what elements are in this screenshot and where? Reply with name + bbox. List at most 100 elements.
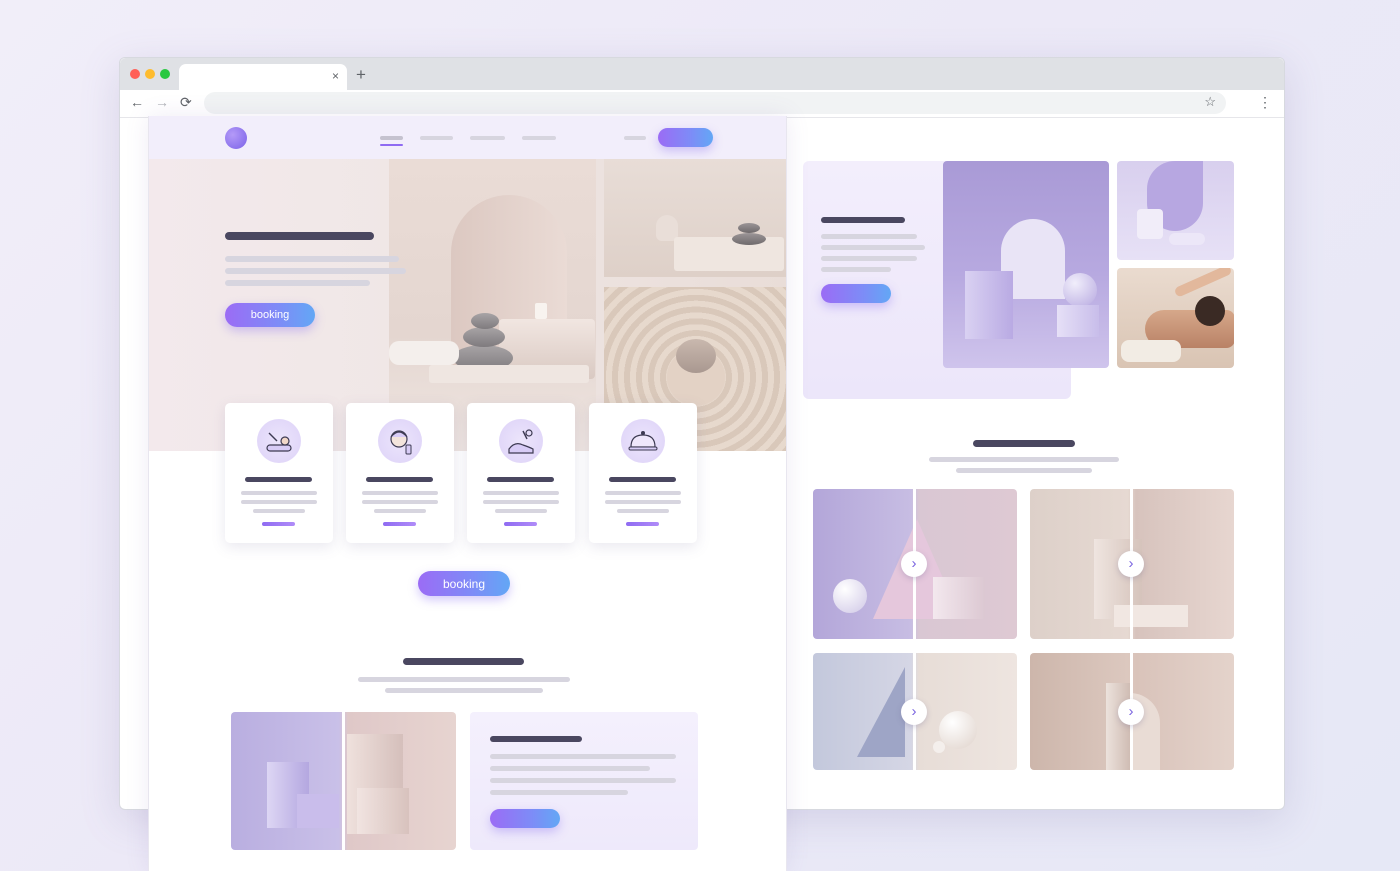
hero-image-stones [604, 159, 786, 277]
service-title [245, 477, 312, 482]
service-title [366, 477, 433, 482]
hero-text-line [225, 280, 370, 286]
step-block-shape [1114, 605, 1188, 627]
back-arrow-icon[interactable]: ← [130, 94, 144, 110]
service-card[interactable] [225, 403, 333, 543]
close-icon[interactable]: × [332, 69, 339, 83]
feature-cta-button[interactable] [821, 284, 891, 303]
minimize-window-button[interactable] [145, 69, 155, 79]
service-text-line [605, 491, 681, 495]
browser-toolbar: ← → ⟳ ☆ ⋮ [120, 90, 1284, 118]
main-booking-button[interactable]: booking [418, 571, 510, 596]
hero-text-line [225, 268, 406, 274]
logo-icon[interactable] [225, 127, 247, 149]
gallery-subtext-line [929, 457, 1119, 462]
column-shape [1106, 683, 1132, 770]
feature-image-top [1117, 161, 1234, 260]
gallery-tile-1[interactable]: › [813, 489, 1017, 639]
section-info-card [470, 712, 698, 850]
compare-divider[interactable] [342, 712, 345, 850]
stone-shape [471, 313, 499, 329]
cube-shape [357, 788, 409, 834]
reload-icon[interactable]: ⟳ [180, 94, 192, 111]
towel-shape [1121, 340, 1181, 362]
service-text-line [617, 509, 669, 513]
service-card[interactable] [589, 403, 697, 543]
new-tab-button[interactable]: + [356, 65, 366, 85]
left-mockup-page: booking booking [148, 116, 787, 871]
stone-shape [738, 223, 760, 233]
gallery-tile-3[interactable]: › [813, 653, 1017, 770]
gallery-subtext-line [956, 468, 1092, 473]
stone-shape [732, 233, 766, 245]
nav-login-link[interactable] [624, 136, 646, 140]
browser-tab[interactable]: × [179, 64, 347, 90]
feature-text-line [821, 245, 925, 250]
sphere-shape [939, 711, 977, 749]
service-text-line [483, 491, 559, 495]
nav-item[interactable] [522, 136, 556, 140]
service-link[interactable] [262, 522, 295, 526]
nav-item[interactable] [470, 136, 505, 140]
towel-shape [389, 341, 459, 365]
service-text-line [241, 491, 317, 495]
service-text-line [362, 500, 438, 504]
sphere-shape [833, 579, 867, 613]
feature-image-main [943, 161, 1109, 368]
service-link[interactable] [383, 522, 416, 526]
hero-heading [225, 232, 374, 240]
gallery-tile-2[interactable]: › [1030, 489, 1234, 639]
service-text-line [374, 509, 426, 513]
stone-shape [463, 327, 505, 347]
nav-cta-button[interactable] [658, 128, 713, 147]
section-subtext-line [358, 677, 570, 682]
kebab-menu-icon[interactable]: ⋮ [1258, 94, 1272, 111]
info-cta-button[interactable] [490, 809, 560, 828]
step-shape [297, 794, 339, 828]
address-bar[interactable]: ☆ [204, 92, 1226, 114]
candle-shape [535, 303, 547, 319]
floor-slab-shape [429, 365, 589, 383]
info-heading [490, 736, 582, 742]
service-link[interactable] [504, 522, 537, 526]
info-text-line [490, 790, 628, 795]
tab-strip: × + [120, 58, 1284, 90]
pyramid-shape [857, 667, 905, 757]
hands-shape [1173, 268, 1233, 298]
hero-booking-button[interactable]: booking [225, 303, 315, 327]
hero-text-line [225, 256, 399, 262]
dining-cloche-icon [621, 419, 665, 463]
maximize-window-button[interactable] [160, 69, 170, 79]
chevron-right-icon[interactable]: › [901, 699, 927, 725]
gallery-tile-4[interactable]: › [1030, 653, 1234, 770]
chevron-right-icon[interactable]: › [1118, 551, 1144, 577]
small-sphere-shape [933, 741, 945, 753]
feature-text-line [821, 234, 917, 239]
close-window-button[interactable] [130, 69, 140, 79]
forward-arrow-icon[interactable]: → [155, 94, 169, 110]
service-card[interactable] [467, 403, 575, 543]
block-shape [1057, 305, 1099, 337]
plinth-shape [674, 237, 784, 271]
sphere-shape [1063, 273, 1097, 307]
section-compare-image [231, 712, 456, 850]
nav-item[interactable] [420, 136, 453, 140]
service-text-line [495, 509, 547, 513]
facial-icon [378, 419, 422, 463]
service-link[interactable] [626, 522, 659, 526]
service-text-line [241, 500, 317, 504]
feature-heading [821, 217, 905, 223]
service-card[interactable] [346, 403, 454, 543]
service-text-line [362, 491, 438, 495]
cube-shape [965, 271, 1013, 339]
feature-text-line [821, 256, 917, 261]
chevron-right-icon[interactable]: › [901, 551, 927, 577]
service-text-line [253, 509, 305, 513]
section-heading [403, 658, 524, 665]
info-text-line [490, 778, 676, 783]
chevron-right-icon[interactable]: › [1118, 699, 1144, 725]
nav-item-active[interactable] [380, 136, 403, 140]
massage-photo [1117, 268, 1234, 368]
head-shape [1195, 296, 1225, 326]
star-icon[interactable]: ☆ [1204, 94, 1216, 110]
